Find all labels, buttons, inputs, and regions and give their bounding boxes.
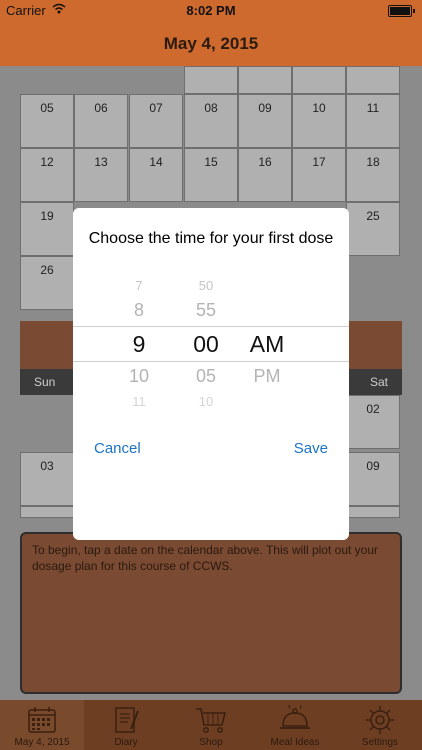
day-number: 11 (366, 101, 380, 115)
tab-label: Shop (199, 737, 223, 748)
day-number: 07 (149, 101, 163, 115)
calendar-cell[interactable] (238, 66, 292, 94)
dialog-title: Choose the time for your first dose (88, 230, 334, 247)
calendar-cell[interactable]: 15 (184, 148, 238, 202)
calendar-cell[interactable]: 03 (20, 452, 74, 506)
calendar-cell[interactable] (184, 66, 238, 94)
calendar-cell[interactable]: 12 (20, 148, 74, 202)
calendar-cell[interactable]: 13 (74, 148, 128, 202)
hour-option[interactable]: 10 (109, 366, 169, 387)
tab-calendar[interactable]: May 4, 2015 (0, 700, 84, 750)
weekday-label: Sun (34, 375, 56, 389)
minute-selected[interactable]: 00 (176, 331, 236, 358)
day-number: 09 (366, 459, 380, 473)
day-number: 10 (312, 101, 326, 115)
tab-bar: May 4, 2015 Diary Shop Meal Ideas Settin… (0, 700, 422, 750)
calendar-icon (0, 704, 84, 736)
status-time: 8:02 PM (186, 3, 236, 18)
calendar-cell[interactable]: 10 (292, 94, 346, 148)
cloche-icon (253, 704, 337, 736)
calendar-cell[interactable] (292, 66, 346, 94)
weekday-label: Sat (369, 375, 388, 389)
gear-icon (338, 704, 422, 736)
calendar-cell[interactable]: 05 (20, 94, 74, 148)
period-option[interactable]: PM (237, 366, 297, 387)
page-title: May 4, 2015 (163, 34, 259, 53)
tab-label: Settings (361, 737, 399, 748)
instructions-text: To begin, tap a date on the calendar abo… (32, 543, 379, 573)
hour-selected[interactable]: 9 (109, 331, 169, 358)
day-number: 19 (40, 209, 54, 223)
calendar-cell[interactable] (346, 66, 400, 94)
minute-option[interactable]: 05 (176, 366, 236, 387)
calendar-cell[interactable]: 09 (238, 94, 292, 148)
calendar-cell[interactable]: 26 (20, 256, 74, 310)
tab-label: Meal Ideas (270, 737, 320, 748)
day-number: 18 (366, 155, 380, 169)
calendar-cell[interactable]: 14 (129, 148, 183, 202)
calendar-cell[interactable]: 09 (346, 452, 400, 506)
calendar-cell[interactable]: 18 (346, 148, 400, 202)
calendar-cell[interactable]: 06 (74, 94, 128, 148)
tab-settings[interactable]: Settings (338, 700, 422, 750)
day-number: 08 (204, 101, 218, 115)
day-number: 26 (40, 263, 54, 277)
hour-option[interactable]: 11 (109, 394, 169, 409)
instructions-box: To begin, tap a date on the calendar abo… (20, 532, 402, 694)
calendar-cell[interactable] (346, 506, 400, 518)
tab-label: Diary (114, 737, 138, 748)
calendar-cell[interactable]: 02 (346, 395, 400, 449)
time-picker[interactable]: 7 8 9 10 11 50 55 00 05 10 AM PM (73, 268, 349, 418)
calendar-cell[interactable]: 07 (129, 94, 183, 148)
minute-option[interactable]: 50 (176, 278, 236, 293)
battery-icon (388, 5, 415, 17)
day-number: 16 (258, 155, 272, 169)
time-picker-dialog: Choose the time for your first dose 7 8 … (73, 208, 349, 540)
day-number: 25 (366, 209, 380, 223)
calendar-cell[interactable] (20, 506, 74, 518)
calendar-cell[interactable]: 25 (346, 202, 400, 256)
day-number: 12 (40, 155, 54, 169)
calendar-cell[interactable]: 11 (346, 94, 400, 148)
tab-diary[interactable]: Diary (84, 700, 168, 750)
hour-option[interactable]: 7 (109, 278, 169, 293)
day-number: 06 (94, 101, 108, 115)
save-button[interactable]: Save (294, 440, 328, 457)
tab-meal-ideas[interactable]: Meal Ideas (253, 700, 337, 750)
calendar-cell[interactable]: 19 (20, 202, 74, 256)
minute-option[interactable]: 55 (176, 300, 236, 321)
cancel-button[interactable]: Cancel (94, 440, 141, 457)
day-number: 17 (312, 155, 326, 169)
cart-icon (169, 704, 253, 736)
tab-label: May 4, 2015 (14, 737, 70, 748)
tab-shop[interactable]: Shop (169, 700, 253, 750)
day-number: 03 (40, 459, 54, 473)
day-number: 05 (40, 101, 54, 115)
notepad-icon (84, 704, 168, 736)
day-number: 09 (258, 101, 272, 115)
calendar-cell[interactable]: 17 (292, 148, 346, 202)
hour-option[interactable]: 8 (109, 300, 169, 321)
day-number: 15 (204, 155, 218, 169)
nav-bar: May 4, 2015 (0, 22, 422, 66)
period-selected[interactable]: AM (237, 331, 297, 358)
day-number: 14 (149, 155, 163, 169)
day-number: 02 (366, 402, 380, 416)
calendar-cell[interactable]: 08 (184, 94, 238, 148)
status-bar: Carrier 8:02 PM (0, 0, 422, 22)
day-number: 13 (94, 155, 108, 169)
minute-option[interactable]: 10 (176, 394, 236, 409)
calendar-cell[interactable]: 16 (238, 148, 292, 202)
